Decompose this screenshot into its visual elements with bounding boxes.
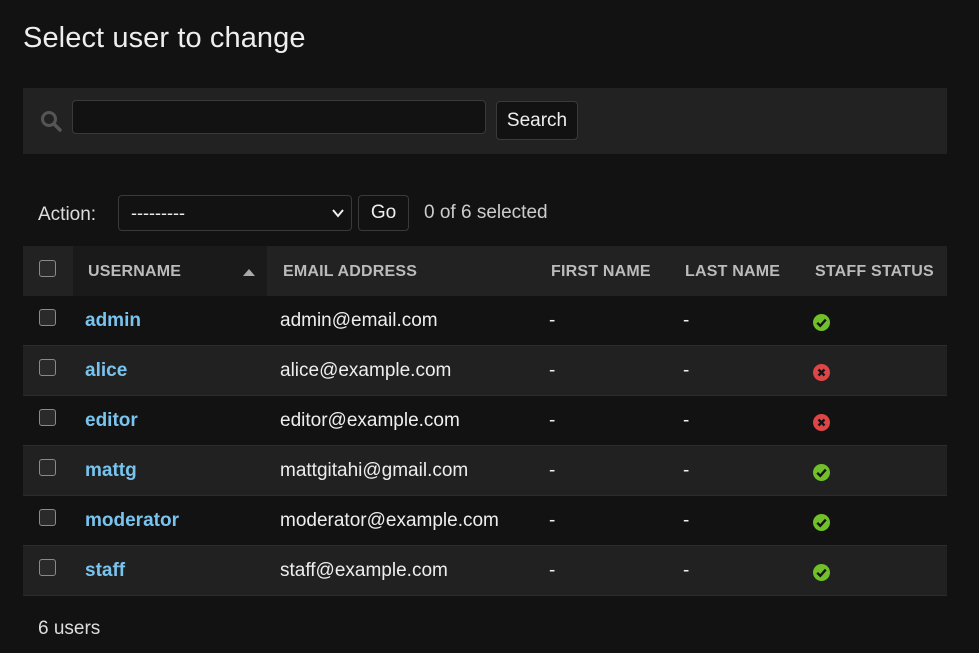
email-cell: admin@email.com <box>280 310 438 331</box>
row-checkbox[interactable] <box>39 509 56 526</box>
username-link[interactable]: staff <box>85 560 125 582</box>
search-toolbar: Search <box>23 88 947 154</box>
table-row: mattg mattgitahi@gmail.com - - <box>23 446 947 496</box>
row-checkbox[interactable] <box>39 359 56 376</box>
last-name-cell: - <box>683 460 690 481</box>
username-link[interactable]: mattg <box>85 460 137 482</box>
username-link[interactable]: moderator <box>85 510 179 532</box>
check-circle-icon <box>813 514 830 531</box>
first-name-cell: - <box>549 360 556 381</box>
username-link[interactable]: alice <box>85 360 127 382</box>
search-input[interactable] <box>72 100 486 134</box>
last-name-cell: - <box>683 560 690 581</box>
email-cell: mattgitahi@gmail.com <box>280 460 469 481</box>
row-checkbox[interactable] <box>39 409 56 426</box>
x-circle-icon <box>813 364 830 381</box>
check-circle-icon <box>813 314 830 331</box>
result-count: 6 users <box>38 618 101 639</box>
action-label: Action: <box>38 204 97 225</box>
check-circle-icon <box>813 564 830 581</box>
table-row: editor editor@example.com - - <box>23 396 947 446</box>
last-name-cell: - <box>683 410 690 431</box>
check-circle-icon <box>813 464 830 481</box>
go-button[interactable]: Go <box>358 195 409 231</box>
first-name-cell: - <box>549 460 556 481</box>
row-checkbox[interactable] <box>39 459 56 476</box>
action-select-value: --------- <box>131 203 185 223</box>
action-select[interactable]: --------- <box>118 195 352 231</box>
users-table: USERNAME EMAIL ADDRESS FIRST NAME LAST N… <box>23 246 947 596</box>
email-cell: staff@example.com <box>280 560 448 581</box>
chevron-down-icon <box>332 209 344 218</box>
column-header-username[interactable]: USERNAME <box>88 263 181 281</box>
email-cell: alice@example.com <box>280 360 452 381</box>
search-button[interactable]: Search <box>496 101 578 140</box>
last-name-cell: - <box>683 310 690 331</box>
column-header-staff-status[interactable]: STAFF STATUS <box>815 263 934 281</box>
table-header: USERNAME EMAIL ADDRESS FIRST NAME LAST N… <box>23 246 947 296</box>
username-link[interactable]: editor <box>85 410 138 432</box>
email-cell: moderator@example.com <box>280 510 499 531</box>
first-name-cell: - <box>549 510 556 531</box>
sort-ascending-icon[interactable] <box>242 267 256 277</box>
column-header-first-name[interactable]: FIRST NAME <box>551 263 651 281</box>
username-link[interactable]: admin <box>85 310 141 332</box>
row-checkbox[interactable] <box>39 559 56 576</box>
page-title: Select user to change <box>23 22 306 54</box>
first-name-cell: - <box>549 310 556 331</box>
selected-count: 0 of 6 selected <box>424 202 548 223</box>
column-header-email[interactable]: EMAIL ADDRESS <box>283 263 417 281</box>
first-name-cell: - <box>549 560 556 581</box>
table-row: alice alice@example.com - - <box>23 346 947 396</box>
table-row: staff staff@example.com - - <box>23 546 947 596</box>
row-checkbox[interactable] <box>39 309 56 326</box>
first-name-cell: - <box>549 410 556 431</box>
table-row: admin admin@email.com - - <box>23 296 947 346</box>
table-row: moderator moderator@example.com - - <box>23 496 947 546</box>
last-name-cell: - <box>683 360 690 381</box>
search-icon <box>41 111 62 132</box>
column-header-last-name[interactable]: LAST NAME <box>685 263 780 281</box>
last-name-cell: - <box>683 510 690 531</box>
select-all-checkbox[interactable] <box>39 260 56 277</box>
email-cell: editor@example.com <box>280 410 460 431</box>
x-circle-icon <box>813 414 830 431</box>
